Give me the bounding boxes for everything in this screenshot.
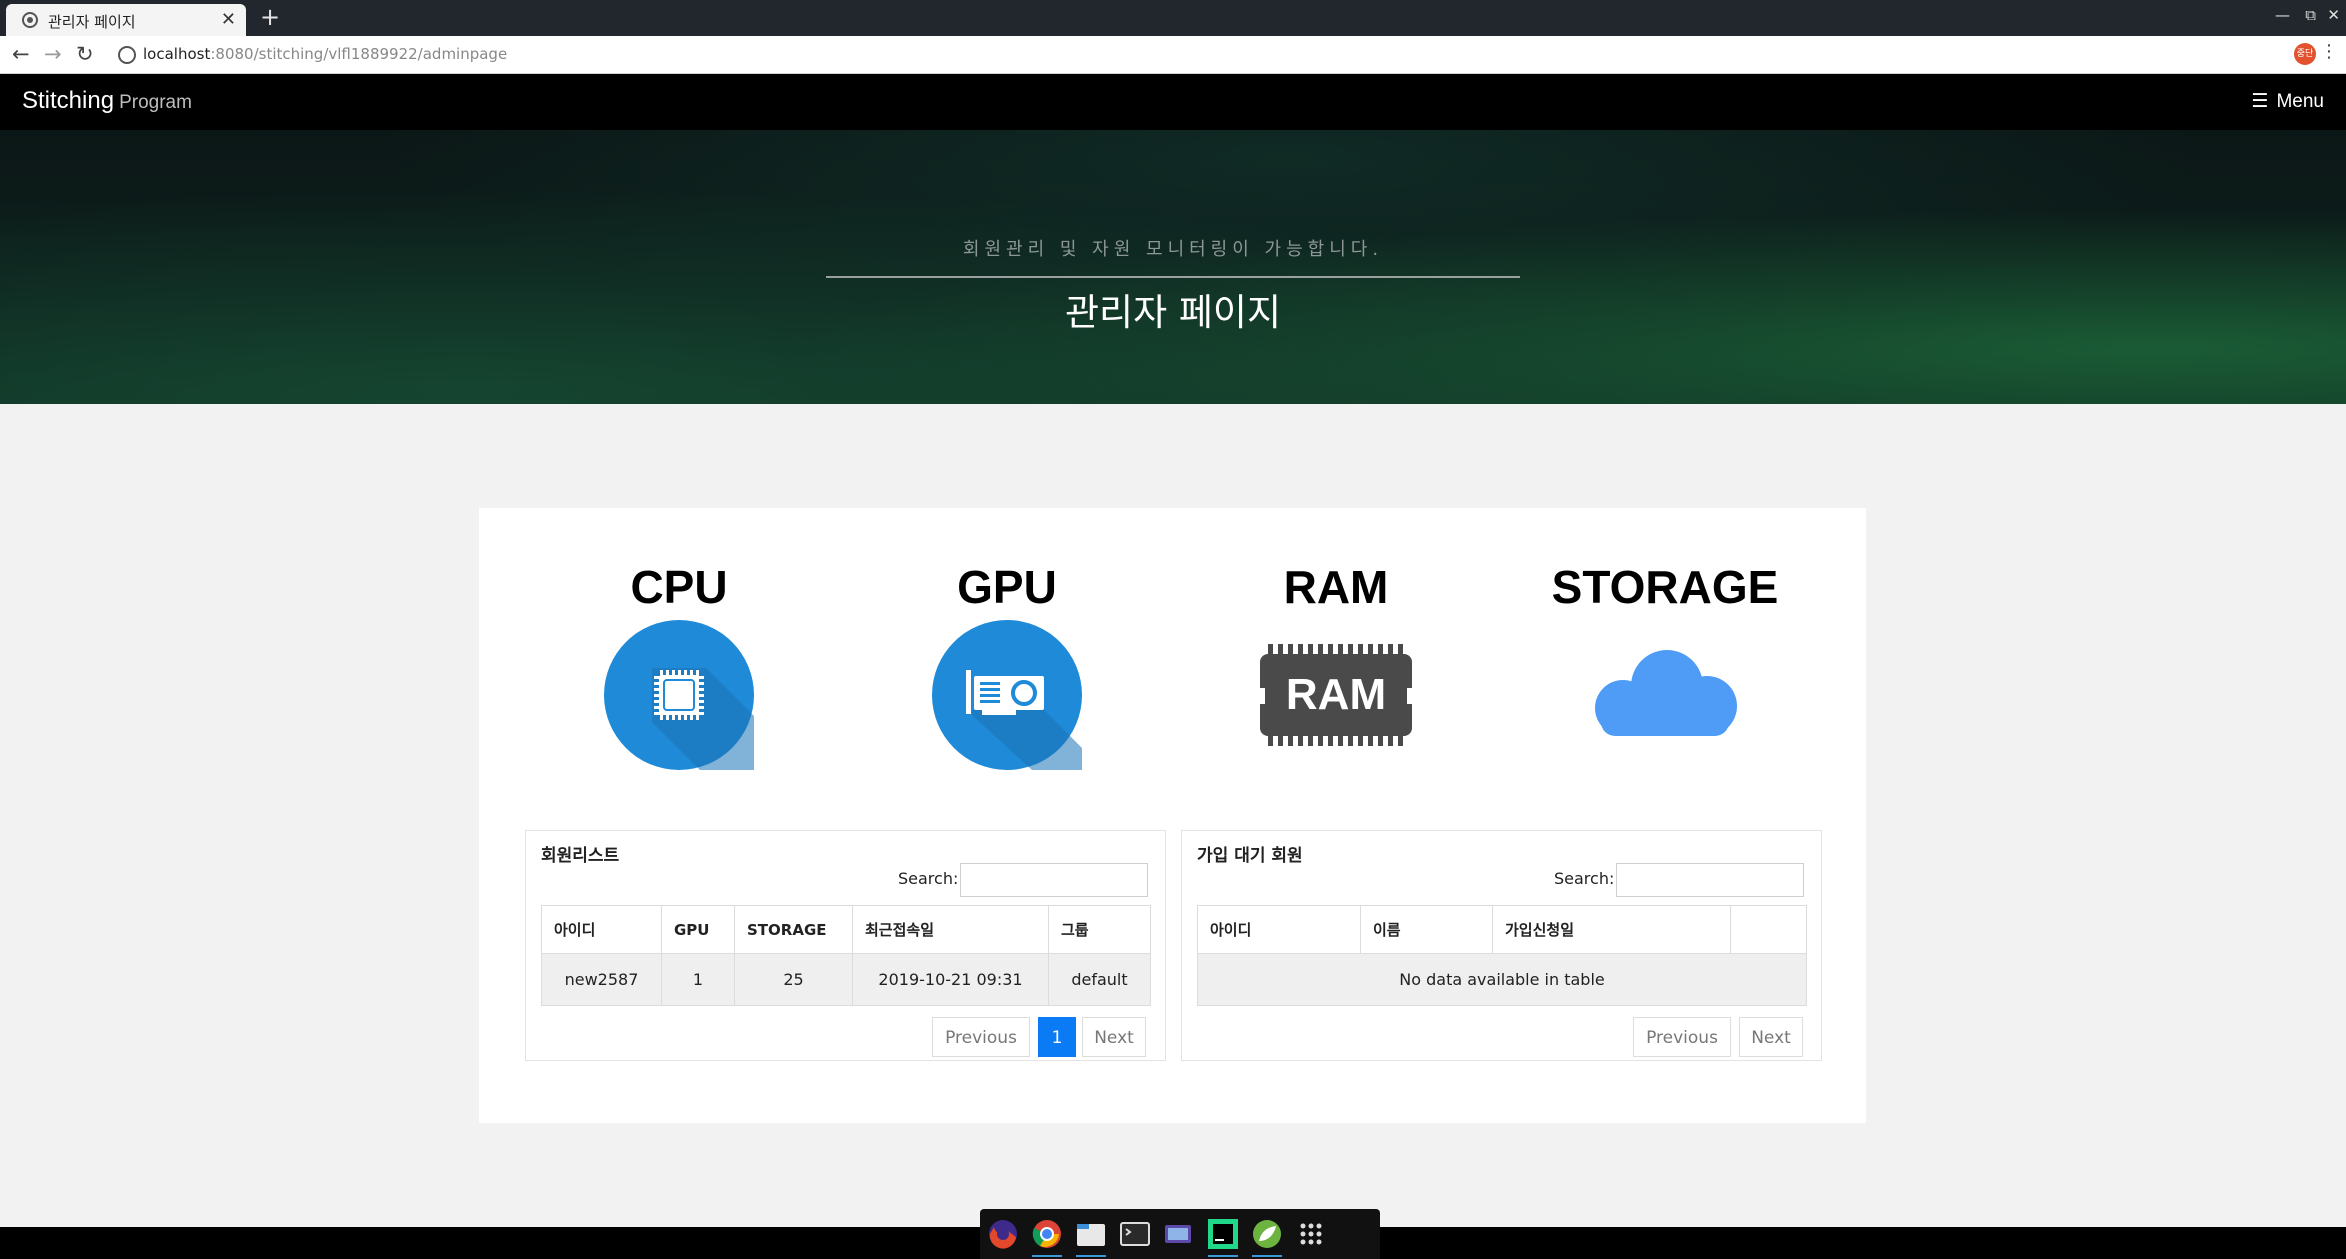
cell-gpu: 1	[661, 953, 735, 1006]
running-indicator	[1208, 1255, 1238, 1257]
cell-storage: 25	[734, 953, 853, 1006]
running-indicator	[1252, 1255, 1282, 1257]
col-group[interactable]: 그룹	[1048, 905, 1151, 954]
firefox-icon[interactable]	[986, 1217, 1020, 1251]
pending-table: 아이디 이름 가입신청일 No data available in table	[1197, 905, 1807, 1006]
col-last-login[interactable]: 최근접속일	[852, 905, 1049, 954]
reload-icon[interactable]: ↻	[76, 42, 94, 66]
member-search-label: Search:	[898, 869, 959, 888]
chrome-icon[interactable]	[1030, 1217, 1064, 1257]
pending-previous-button[interactable]: Previous	[1633, 1017, 1731, 1057]
ram-module-icon: RAM	[1260, 644, 1412, 746]
resource-title-storage: STORAGE	[1551, 561, 1779, 613]
pending-title: 가입 대기 회원	[1197, 846, 1303, 866]
col-apply-date[interactable]: 가입신청일	[1492, 905, 1731, 954]
tab-title: 관리자 페이지	[48, 13, 136, 31]
cell-group: default	[1048, 953, 1151, 1006]
graphics-card-icon	[932, 620, 1082, 770]
resource-title-ram: RAM	[1283, 561, 1389, 613]
cell-last-login: 2019-10-21 09:31	[852, 953, 1049, 1006]
restore-window-icon[interactable]: ⧉	[2305, 6, 2316, 24]
table-header-row: 아이디 GPU STORAGE 최근접속일 그룹	[541, 905, 1151, 954]
ram-chip-text: RAM	[1285, 670, 1387, 719]
address-bar: ← → ↻ localhost:8080/stitching/vlfl18899…	[0, 36, 2346, 74]
close-tab-icon[interactable]: ✕	[221, 9, 236, 30]
resource-title-gpu: GPU	[957, 561, 1057, 613]
new-tab-button[interactable]: +	[260, 3, 280, 31]
menu-label: Menu	[2276, 91, 2324, 112]
admin-panel: CPU GPU RAM RAM STORAGE 회원리스트 Search: 아이…	[479, 508, 1866, 1123]
hero-header: 회원관리 및 자원 모니터링이 가능합니다. 관리자 페이지	[0, 130, 2346, 404]
brand-logo[interactable]: Stitching Program	[22, 87, 192, 115]
member-next-button[interactable]: Next	[1082, 1017, 1146, 1057]
page-title: 관리자 페이지	[1064, 291, 1281, 334]
pending-pagination: Previous Next	[1633, 1017, 1808, 1057]
spring-icon[interactable]	[1250, 1217, 1284, 1257]
cloud-icon	[1595, 644, 1741, 744]
col-id[interactable]: 아이디	[541, 905, 662, 954]
table-empty-row: No data available in table	[1197, 953, 1807, 1006]
menu-button[interactable]: ☰ Menu	[2251, 90, 2324, 113]
taskbar-dock	[980, 1209, 1380, 1259]
brand-main: Stitching	[22, 87, 115, 114]
url-path: :8080/stitching/vlfl1889922/adminpage	[210, 45, 508, 63]
pycharm-icon[interactable]	[1206, 1217, 1240, 1257]
browser-tab-strip: 관리자 페이지 ✕ + — ⧉ ✕	[0, 0, 2346, 36]
member-list-card: 회원리스트 Search: 아이디 GPU STORAGE 최근접속일 그룹 n…	[525, 830, 1166, 1061]
member-previous-button[interactable]: Previous	[932, 1017, 1030, 1057]
member-pagination: Previous 1 Next	[932, 1017, 1152, 1057]
forward-arrow-icon[interactable]: →	[44, 42, 62, 66]
url-host: localhost	[143, 45, 211, 63]
resource-title-cpu: CPU	[630, 561, 728, 613]
running-indicator	[1032, 1255, 1062, 1257]
url-field[interactable]: localhost:8080/stitching/vlfl1889922/adm…	[143, 45, 507, 63]
profile-avatar[interactable]: 중단	[2294, 43, 2316, 65]
terminal-icon[interactable]	[1118, 1217, 1152, 1251]
app-grid-icon[interactable]	[1294, 1217, 1328, 1251]
brand-sub: Program	[119, 92, 192, 113]
col-name[interactable]: 이름	[1360, 905, 1493, 954]
hero-divider	[826, 276, 1520, 278]
cell-id: new2587	[541, 953, 662, 1006]
back-arrow-icon[interactable]: ←	[12, 42, 30, 66]
browser-tab-active[interactable]: 관리자 페이지 ✕	[6, 4, 246, 36]
col-id[interactable]: 아이디	[1197, 905, 1361, 954]
site-navbar: Stitching Program ☰ Menu	[0, 74, 2346, 130]
member-search-input[interactable]	[960, 863, 1148, 897]
table-row[interactable]: new2587 1 25 2019-10-21 09:31 default	[541, 953, 1151, 1006]
cpu-chip-icon	[604, 620, 754, 770]
member-list-title: 회원리스트	[541, 846, 620, 866]
table-header-row: 아이디 이름 가입신청일	[1197, 905, 1807, 954]
files-icon[interactable]	[1074, 1217, 1108, 1257]
running-indicator	[1076, 1255, 1106, 1257]
pending-next-button[interactable]: Next	[1739, 1017, 1803, 1057]
page-favicon-icon	[22, 12, 38, 28]
col-gpu[interactable]: GPU	[661, 905, 735, 954]
screenshot-icon[interactable]	[1162, 1217, 1196, 1251]
site-info-icon[interactable]	[118, 46, 136, 64]
pending-members-card: 가입 대기 회원 Search: 아이디 이름 가입신청일 No data av…	[1181, 830, 1822, 1061]
col-storage[interactable]: STORAGE	[734, 905, 853, 954]
browser-menu-icon[interactable]: ⋮	[2320, 41, 2338, 62]
pending-search-label: Search:	[1554, 869, 1615, 888]
hamburger-icon: ☰	[2251, 91, 2269, 112]
col-action	[1730, 905, 1807, 954]
pending-search-input[interactable]	[1616, 863, 1804, 897]
hero-subtitle: 회원관리 및 자원 모니터링이 가능합니다.	[962, 239, 1384, 260]
minimize-window-icon[interactable]: —	[2275, 6, 2290, 24]
empty-message: No data available in table	[1197, 953, 1807, 1006]
member-page-1-button[interactable]: 1	[1038, 1017, 1076, 1057]
close-window-icon[interactable]: ✕	[2327, 6, 2340, 24]
member-table: 아이디 GPU STORAGE 최근접속일 그룹 new2587 1 25 20…	[541, 905, 1151, 1006]
